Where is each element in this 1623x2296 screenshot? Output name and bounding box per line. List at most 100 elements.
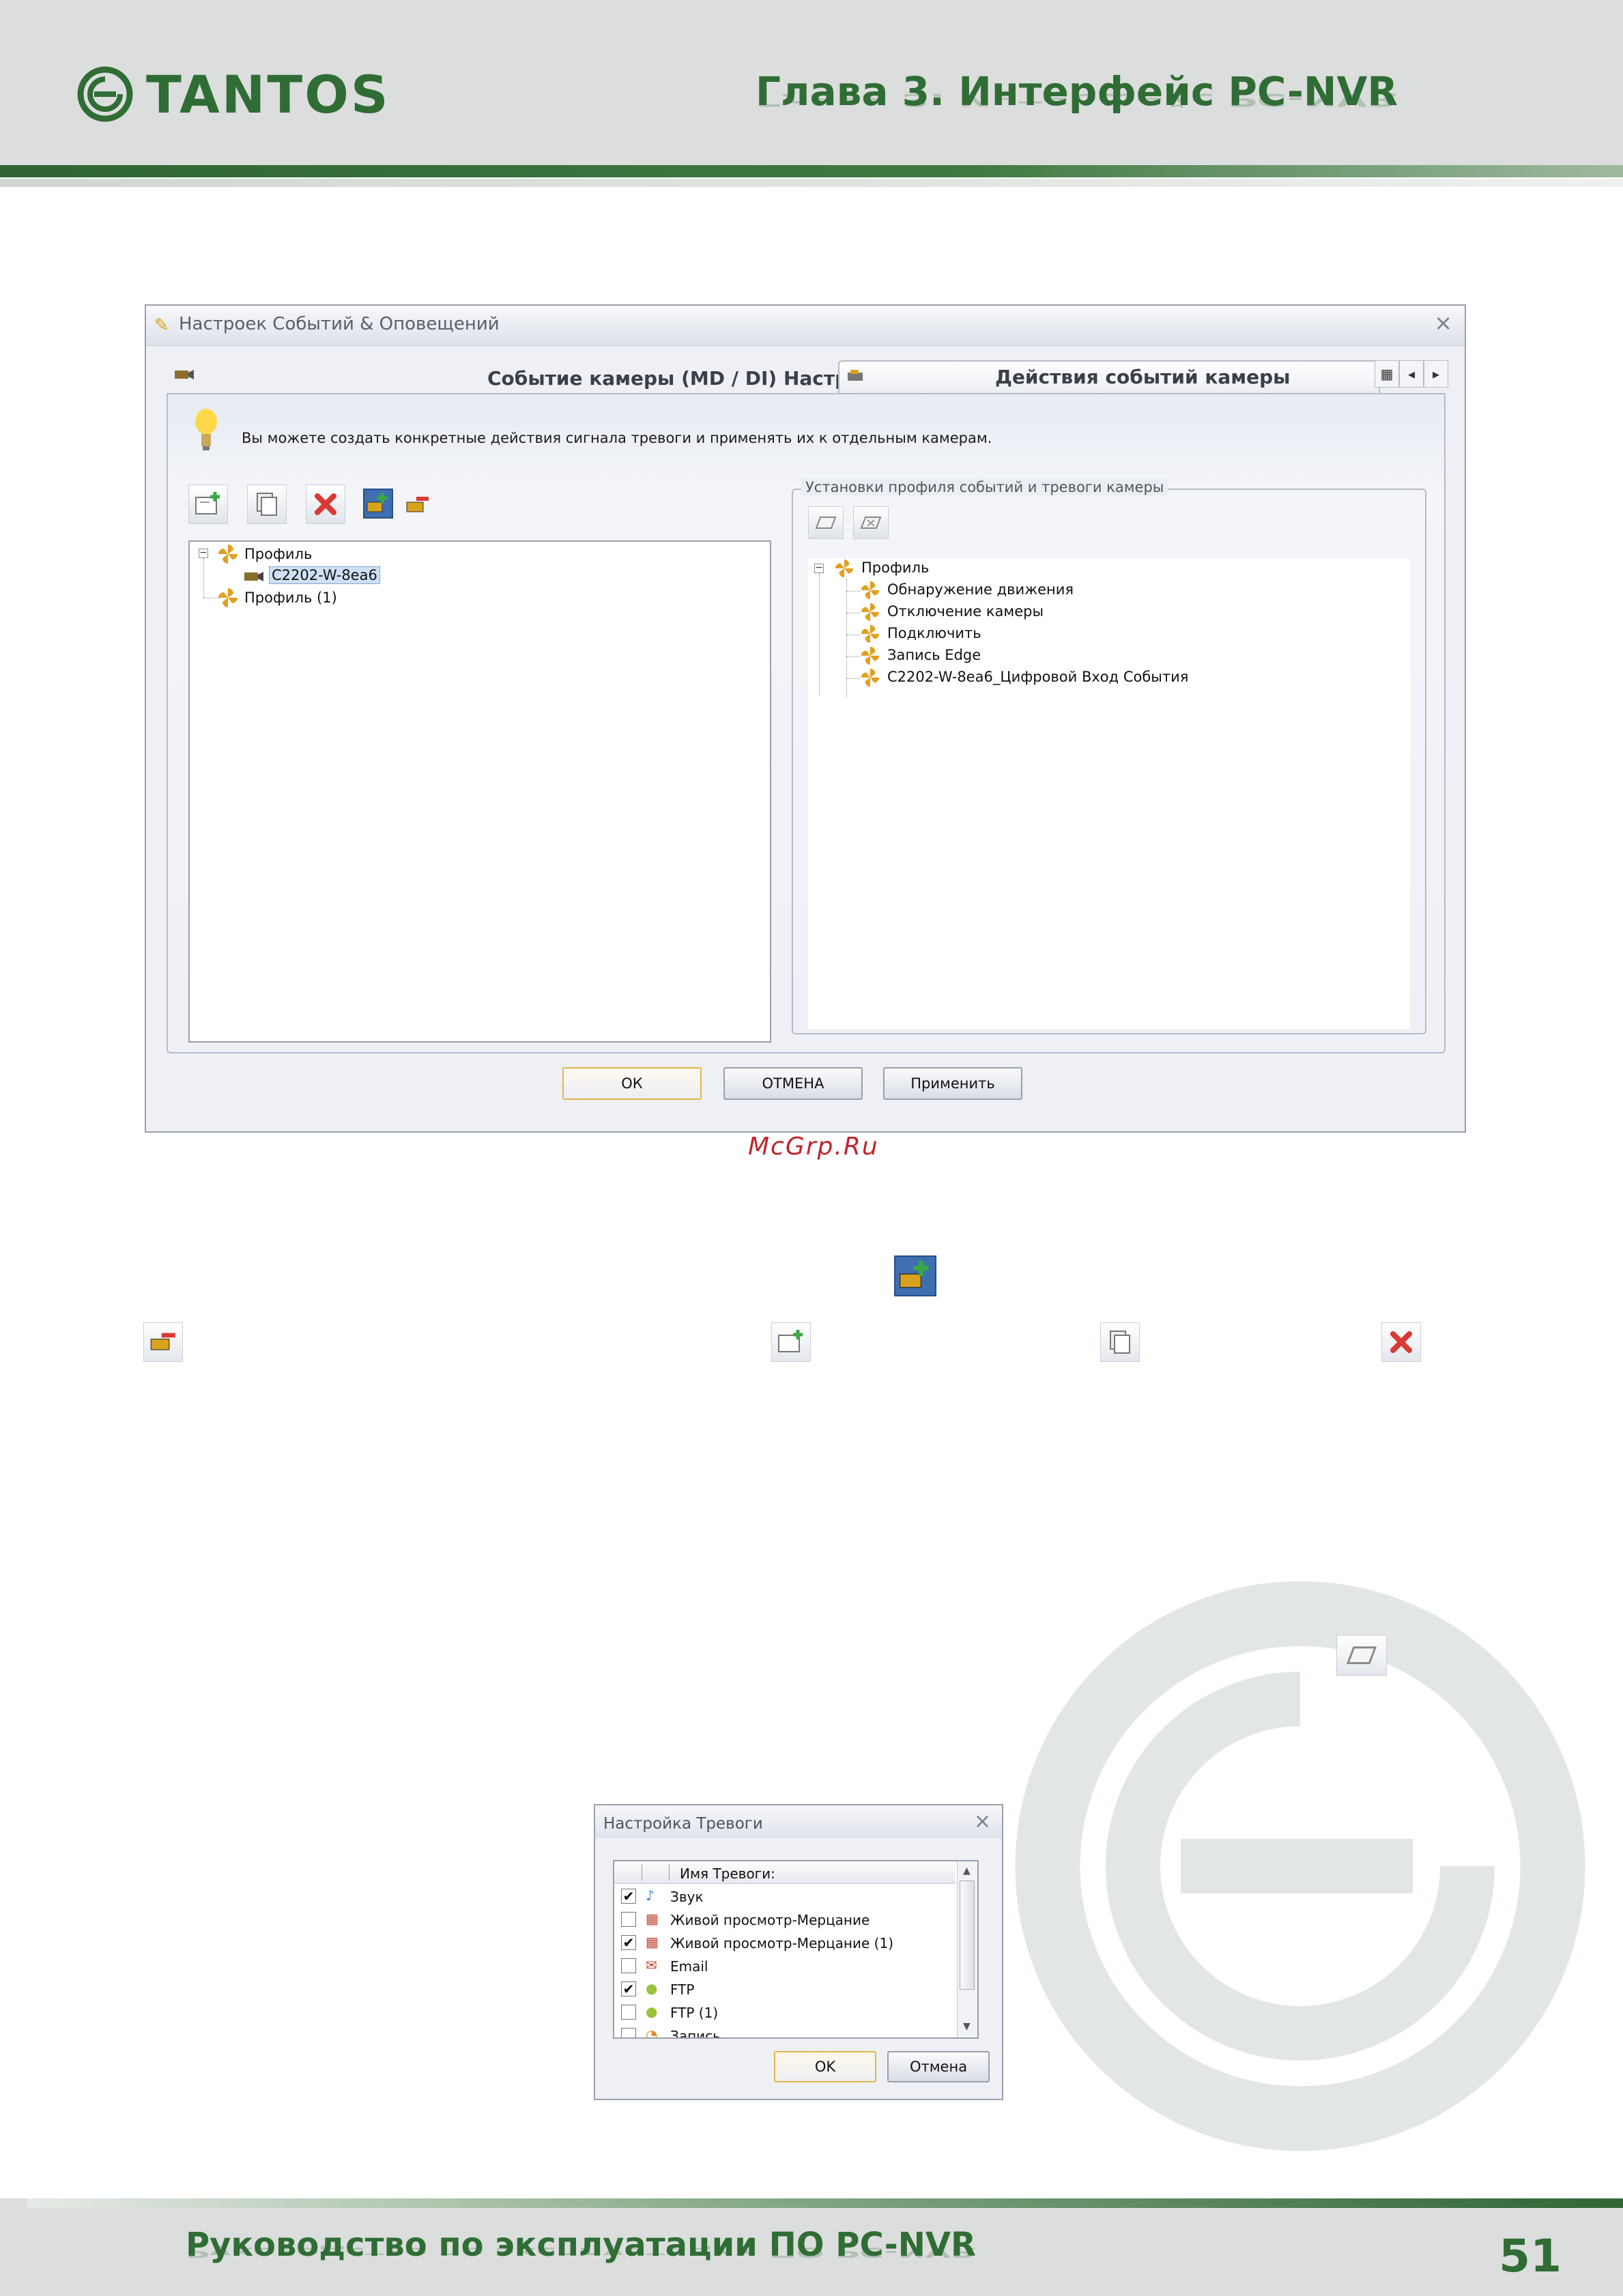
delete-icon	[315, 493, 336, 515]
scrollbar[interactable]: ▲ ▼	[957, 1861, 977, 2037]
tree-line	[203, 558, 204, 598]
ftp-icon: ●	[646, 1980, 658, 1996]
camera-event-icon	[175, 370, 194, 379]
tab-camera-event-actions[interactable]: Действия событий камеры	[838, 360, 1380, 396]
alarm-checkbox[interactable]	[621, 2028, 636, 2037]
alarm-name: FTP	[670, 1981, 695, 1998]
profile-fan-icon	[218, 588, 238, 607]
profile-tree[interactable]: − Профиль C2202-W-8ea6 Профиль (1)	[188, 540, 771, 1043]
profile-fan-icon	[218, 544, 238, 564]
action-fan-icon	[861, 602, 880, 622]
tree-item-profile[interactable]: Профиль	[244, 546, 312, 562]
tab-prev-button[interactable]: ◂	[1399, 360, 1424, 388]
alarm-list[interactable]: Имя Тревоги: ✔ ♪ Звук ▦ Живой просмотр-Мерца…	[613, 1860, 979, 2039]
alarm-row[interactable]: ▦ Живой просмотр-Мерцание	[614, 1908, 956, 1931]
alarm-checkbox[interactable]: ✔	[621, 1889, 636, 1904]
alarm-name: Живой просмотр-Мерцание	[670, 1912, 870, 1928]
event-actions-tree[interactable]: − Профиль Обнаружение движения Отключени…	[808, 558, 1410, 1029]
collapse-icon[interactable]: −	[199, 548, 208, 558]
brand-logo-icon	[77, 66, 133, 122]
alarm-name: Email	[670, 1958, 708, 1975]
ok-button[interactable]: ОК	[562, 1067, 702, 1100]
footer-divider	[27, 2198, 1623, 2208]
tree-item-profile-1[interactable]: Профиль (1)	[244, 590, 337, 606]
action-fan-icon	[861, 668, 880, 687]
profile-fan-icon	[835, 559, 854, 578]
tree-item-motion-detection[interactable]: Обнаружение движения	[887, 581, 1074, 598]
alarm-row[interactable]: ✔ ▦ Живой просмотр-Мерцание (1)	[614, 1931, 956, 1954]
delete-profile-button[interactable]	[306, 484, 345, 524]
record-icon: ◔	[646, 2026, 658, 2039]
collapse-icon[interactable]: −	[814, 563, 824, 573]
close-icon[interactable]: ×	[1434, 310, 1452, 336]
tree-item-camera[interactable]: C2202-W-8ea6	[269, 566, 380, 584]
close-icon[interactable]: ×	[974, 1810, 991, 1833]
alarm-row[interactable]: ✔ ♪ Звук	[614, 1885, 956, 1908]
tree-line	[846, 678, 860, 679]
action-fan-icon	[861, 646, 880, 665]
column-header-alarm-name[interactable]: Имя Тревоги:	[680, 1865, 775, 1882]
alarm-settings-dialog: Настройка Тревоги × Имя Тревоги: ✔ ♪ Звук ▦…	[594, 1804, 1003, 2100]
assign-camera-button[interactable]	[363, 489, 393, 519]
tab-list-icon[interactable]: ▦	[1375, 360, 1399, 388]
cancel-button[interactable]: ОТМЕНА	[723, 1067, 863, 1100]
alarm-row[interactable]: ● FTP (1)	[614, 2001, 956, 2024]
list-header: Имя Тревоги:	[614, 1861, 956, 1884]
lightbulb-icon	[195, 409, 217, 450]
tree-line	[819, 573, 820, 696]
add-profile-icon	[195, 492, 220, 514]
alarm-name: Звук	[670, 1889, 704, 1905]
alarm-row[interactable]: ✉ Email	[614, 1954, 956, 1977]
alarm-checkbox[interactable]	[621, 1958, 636, 1973]
tree-item-profile[interactable]: Профиль	[861, 560, 929, 576]
action-fan-icon	[861, 581, 880, 600]
dialog-title: Настройка Тревоги	[603, 1815, 763, 1833]
copy-icon	[1100, 1322, 1140, 1362]
alarm-checkbox[interactable]	[621, 2005, 636, 2020]
cancel-button[interactable]: Отмена	[887, 2051, 990, 2082]
tree-item-connect[interactable]: Подключить	[887, 625, 981, 641]
scroll-up-icon[interactable]: ▲	[963, 1865, 971, 1876]
add-profile-button[interactable]	[188, 484, 228, 524]
chapter-title-reflection: Глава 3. Интерфейс PC-NVR	[756, 89, 1398, 111]
alarm-checkbox[interactable]	[621, 1912, 636, 1927]
alarm-row[interactable]: ✔ ● FTP	[614, 1977, 956, 2001]
alarm-row[interactable]: ◔ Запись	[614, 2024, 956, 2039]
watermark-text: McGrp.Ru	[748, 1133, 879, 1161]
tab-panel: Вы можете создать конкретные действия си…	[167, 393, 1446, 1053]
apply-button[interactable]: Применить	[883, 1067, 1022, 1100]
scroll-thumb[interactable]	[960, 1880, 975, 1990]
brand-logo: TANTOS	[76, 60, 390, 128]
add-profile-icon	[771, 1322, 811, 1362]
header-divider	[0, 165, 1623, 177]
alarm-checkbox[interactable]: ✔	[621, 1935, 636, 1950]
dialog-title: Настроек Событий & Оповещений	[179, 314, 500, 334]
ok-button[interactable]: OK	[774, 2051, 876, 2082]
remove-camera-icon	[143, 1322, 183, 1362]
tree-item-edge-record[interactable]: Запись Edge	[887, 647, 981, 663]
tree-line	[846, 591, 860, 592]
edit-action-button[interactable]	[853, 506, 889, 539]
new-page-icon	[815, 517, 837, 529]
remove-camera-button[interactable]	[404, 493, 431, 517]
copy-profile-button[interactable]	[247, 484, 287, 524]
tab-navigation: ▦ ◂ ▸	[1375, 360, 1451, 389]
tree-line	[846, 579, 847, 697]
new-action-button[interactable]	[808, 506, 844, 539]
header-divider-thin	[0, 179, 1623, 187]
scroll-down-icon[interactable]: ▼	[963, 2021, 971, 2032]
hint-text: Вы можете создать конкретные действия си…	[242, 430, 992, 446]
alarm-checkbox[interactable]: ✔	[621, 1981, 636, 1996]
new-page-icon	[1336, 1635, 1387, 1676]
tree-item-digital-input[interactable]: C2202-W-8ea6_Цифровой Вход События	[887, 669, 1188, 685]
tree-line	[846, 656, 860, 657]
brand-name: TANTOS	[146, 63, 390, 125]
event-action-icon	[848, 370, 863, 381]
tree-item-camera-disconnect[interactable]: Отключение камеры	[887, 603, 1044, 620]
tab-next-button[interactable]: ▸	[1424, 360, 1448, 388]
action-fan-icon	[861, 624, 880, 643]
tab-label: Действия событий камеры	[995, 366, 1291, 388]
watermark-logo-icon	[1015, 1581, 1585, 2151]
email-icon: ✉	[646, 1957, 657, 1973]
camera-icon	[244, 572, 263, 581]
